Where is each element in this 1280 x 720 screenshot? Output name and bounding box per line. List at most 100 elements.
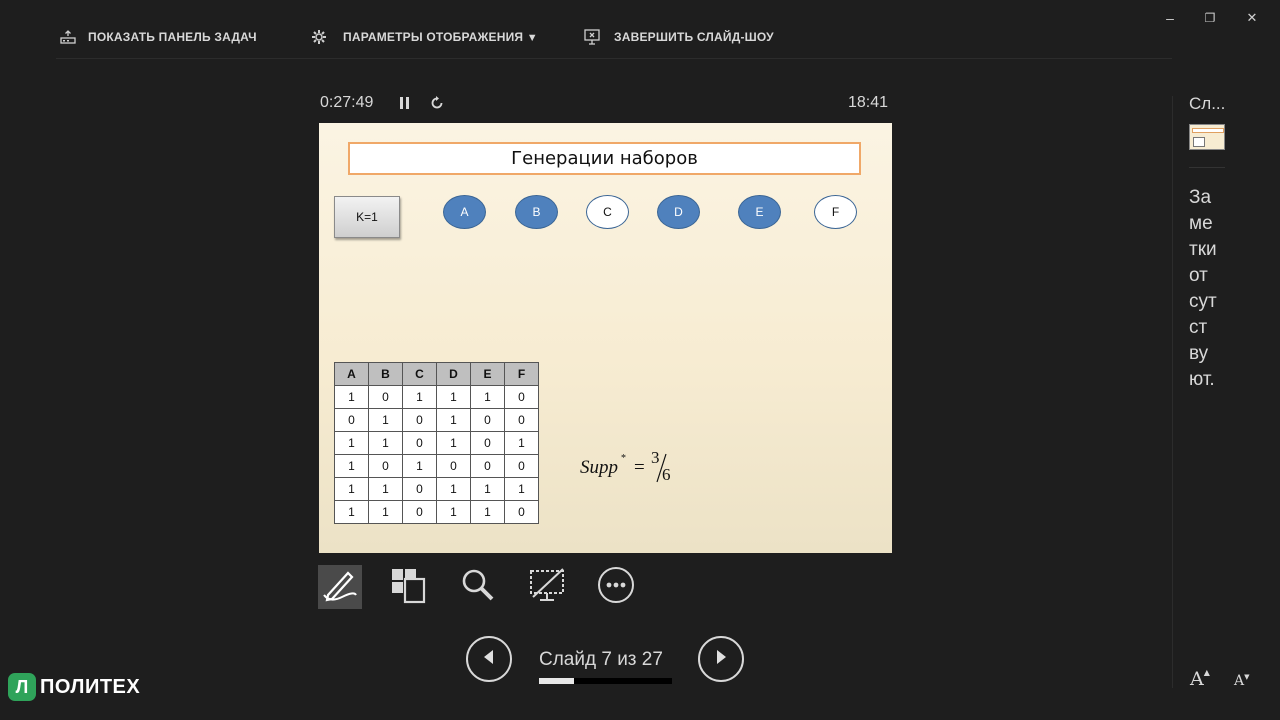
node-a: A [443,195,486,229]
table-cell: 1 [436,500,471,524]
slide-title: Генерации наборов [348,142,861,175]
more-options-button[interactable] [594,565,638,609]
gear-icon [311,29,327,45]
formula-lhs: Supp [580,457,618,478]
more-icon [596,565,636,610]
table-header-cell: C [402,362,437,386]
table-cell: 1 [334,454,369,478]
logo-mark: Л [8,673,36,701]
arrow-right-icon [713,648,729,671]
table-header-row: ABCDEF [334,362,539,386]
table-cell: 1 [436,385,471,409]
table-cell: 1 [470,385,505,409]
table-cell: 1 [436,431,471,455]
notes-divider [1172,96,1173,688]
chevron-down-icon: ▼ [526,32,538,44]
slide-counter: Слайд 7 из 27 [539,649,663,670]
table-cell: 1 [334,431,369,455]
pen-icon [320,565,360,610]
table-cell: 1 [470,500,505,524]
restore-button[interactable]: ❐ [1200,8,1220,28]
next-slide-header: Сл... [1189,94,1226,113]
minimize-button[interactable]: – [1160,8,1180,28]
table-cell: 0 [470,408,505,432]
table-cell: 1 [368,431,403,455]
progress-fill [539,678,574,684]
table-cell: 1 [402,454,437,478]
table-cell: 1 [504,477,539,501]
clock-time: 18:41 [848,94,889,111]
table-cell: 0 [470,431,505,455]
table-row: 101000 [334,454,539,478]
pause-icon[interactable] [397,95,413,111]
table-cell: 0 [402,431,437,455]
table-cell: 1 [334,500,369,524]
data-table: ABCDEF 101110010100110101101000110111110… [334,362,539,524]
table-header-cell: A [334,362,369,386]
table-row: 110111 [334,477,539,501]
table-row: 110110 [334,500,539,524]
k-step-button: K=1 [334,196,400,238]
formula-eq: = [634,457,645,478]
current-slide: Генерации наборов K=1 ABCDEF ABCDEF 1011… [319,123,892,553]
see-all-slides-button[interactable] [386,565,430,609]
table-cell: 1 [436,477,471,501]
node-d: D [657,195,700,229]
table-cell: 1 [436,408,471,432]
toolbar-divider [56,58,1172,59]
table-row: 010100 [334,408,539,432]
increase-font-button[interactable]: A▲ [1190,668,1210,690]
table-header-cell: D [436,362,471,386]
decrease-font-button[interactable]: A▼ [1234,673,1250,689]
table-cell: 1 [368,408,403,432]
table-cell: 0 [436,454,471,478]
table-cell: 0 [334,408,369,432]
restore-icon: ❐ [1204,11,1216,25]
arrow-left-icon [481,648,497,671]
table-cell: 1 [368,477,403,501]
table-header-cell: F [504,362,539,386]
table-cell: 0 [402,477,437,501]
reset-timer-icon[interactable] [429,95,445,111]
table-cell: 0 [504,454,539,478]
table-cell: 0 [368,385,403,409]
show-taskbar-button[interactable]: ПОКАЗАТЬ ПАНЕЛЬ ЗАДАЧ [60,28,257,46]
slides-grid-icon [388,565,428,610]
minimize-icon: – [1166,10,1174,26]
end-slideshow-button[interactable]: ЗАВЕРШИТЬ СЛАЙД-ШОУ [584,28,774,46]
pen-tool-button[interactable] [318,565,362,609]
node-f: F [814,195,857,229]
table-cell: 0 [504,408,539,432]
table-header-cell: E [470,362,505,386]
notes-separator [1189,167,1225,168]
display-settings-button[interactable]: ПАРАМЕТРЫ ОТОБРАЖЕНИЯ ▼ [311,28,538,46]
previous-slide-button[interactable] [466,636,512,682]
table-row: 101110 [334,385,539,409]
black-screen-button[interactable] [525,565,569,609]
table-cell: 1 [334,477,369,501]
table-header-cell: B [368,362,403,386]
node-e: E [738,195,781,229]
logo-text: ПОЛИТЕХ [40,675,141,698]
close-icon: ✕ [1246,10,1258,25]
formula-denominator: 6 [662,465,671,484]
table-cell: 0 [470,454,505,478]
table-cell: 1 [402,385,437,409]
table-cell: 0 [504,500,539,524]
formula-sup: * [621,453,626,464]
table-cell: 1 [504,431,539,455]
table-cell: 1 [470,477,505,501]
font-decrease-icon: A [1234,673,1245,689]
zoom-button[interactable] [455,565,499,609]
next-slide-thumbnail[interactable] [1189,124,1225,150]
close-button[interactable]: ✕ [1242,8,1262,28]
slide-progress-bar [539,678,672,684]
polytech-logo: Л ПОЛИТЕХ [8,673,140,701]
table-cell: 1 [368,500,403,524]
next-slide-button[interactable] [698,636,744,682]
elapsed-timer: 0:27:49 [320,94,374,111]
support-formula: Supp * = 3 6 [580,448,690,487]
table-row: 110101 [334,431,539,455]
show-taskbar-label: ПОКАЗАТЬ ПАНЕЛЬ ЗАДАЧ [88,30,257,44]
font-increase-icon: A [1190,668,1204,690]
